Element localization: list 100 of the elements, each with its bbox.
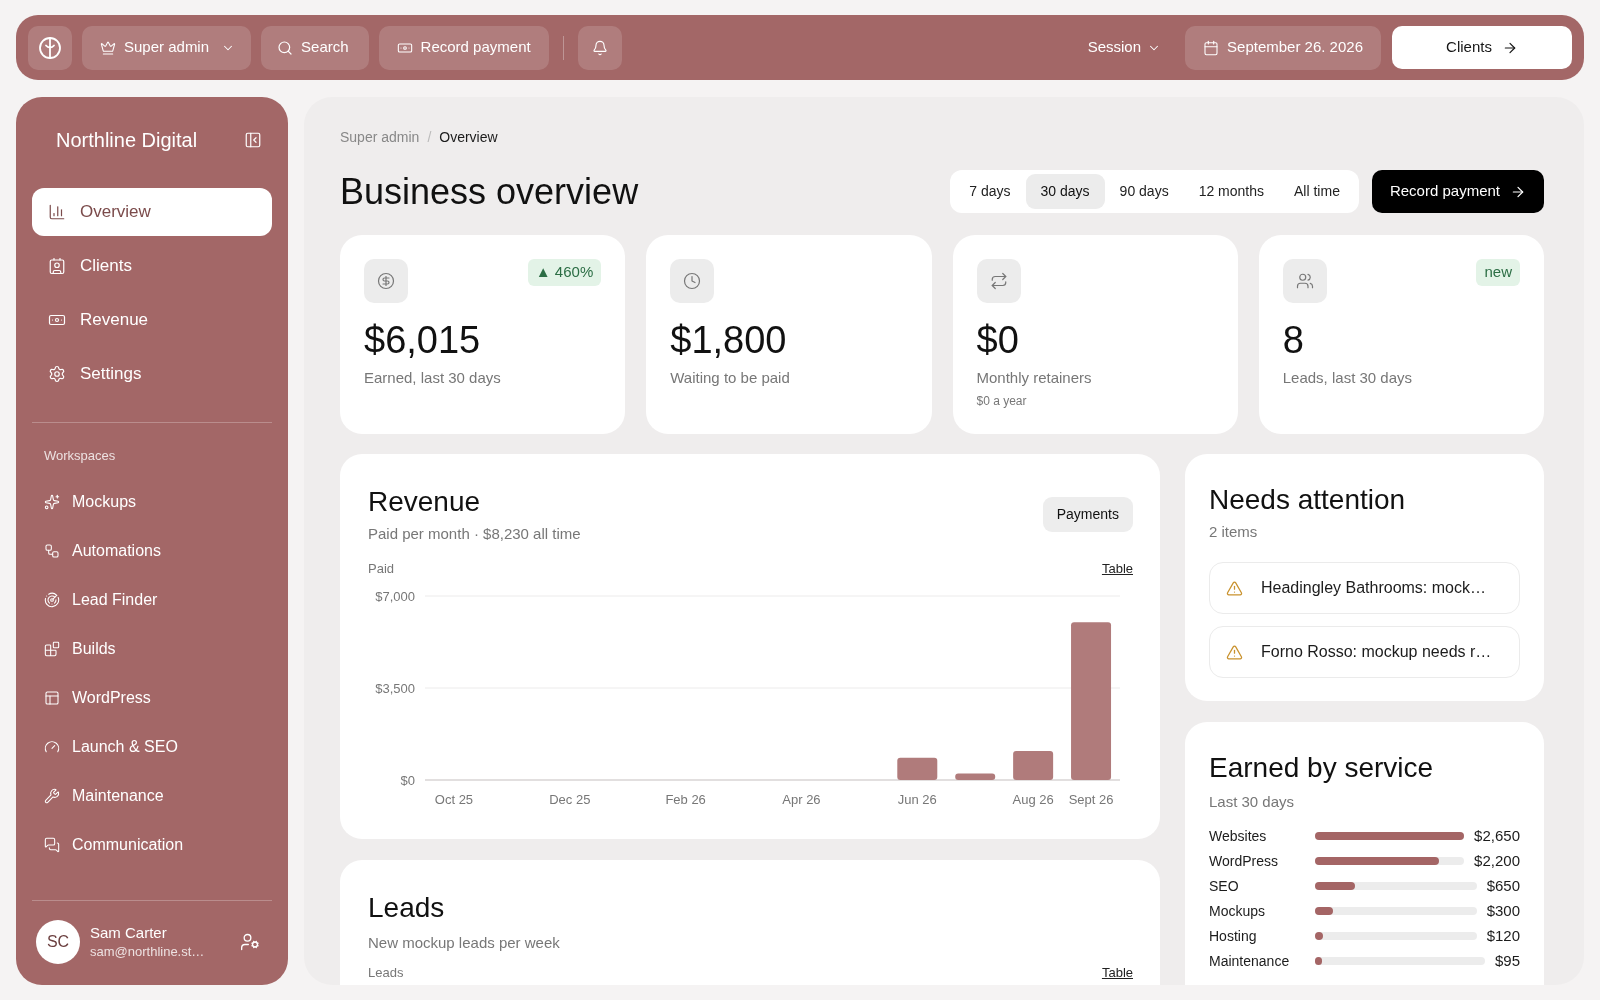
warning-icon (1226, 643, 1243, 661)
range-tab[interactable]: All time (1279, 174, 1355, 209)
sidebar-toggle-icon[interactable] (244, 131, 262, 149)
service-name: WordPress (1209, 851, 1279, 871)
stat-value: $1,800 (670, 318, 788, 363)
axis-tick-label: Aug 26 (1012, 792, 1054, 807)
table-link[interactable]: Table (1101, 965, 1133, 981)
sidebar-item[interactable]: Lead Finder (32, 578, 272, 622)
calendar-icon (1203, 39, 1220, 56)
service-name: Websites (1209, 826, 1268, 846)
stat-label: Earned, last 30 days (364, 368, 502, 388)
section-label: Workspaces (43, 448, 117, 464)
sidebar-item[interactable]: Mockups (32, 480, 272, 524)
card-subtitle: 2 items (1209, 522, 1259, 542)
stat-label: Monthly retainers (976, 368, 1093, 388)
clock-icon (670, 259, 715, 303)
date-picker-button[interactable]: September 26. 2026 (1185, 25, 1381, 70)
stat-note: $0 a year (976, 393, 1028, 409)
sidebar-item[interactable]: Overview (32, 188, 272, 236)
range-tab[interactable]: 30 days (1025, 174, 1105, 209)
attention-item[interactable]: Forno Rosso: mockup needs r… (1209, 626, 1520, 678)
table-link[interactable]: Table (1101, 559, 1133, 579)
contact-card-icon (48, 257, 66, 275)
user-name: Sam Carter (90, 923, 168, 943)
payments-button[interactable]: Payments (1042, 497, 1133, 532)
sidebar-item[interactable]: Communication (32, 823, 272, 867)
page-title: Business overview (340, 170, 639, 213)
card-subtitle: Paid per month · $8,230 all time (368, 524, 581, 544)
home-button[interactable] (28, 25, 72, 70)
notifications-button[interactable] (577, 25, 622, 70)
service-name: Maintenance (1209, 951, 1291, 971)
stat-value: 8 (1282, 318, 1305, 363)
service-name: Mockups (1209, 901, 1267, 921)
axis-title: Paid (368, 560, 395, 578)
sidebar-item[interactable]: Clients (32, 242, 272, 290)
axis-tick-label: $3,500 (375, 680, 415, 696)
service-amount: $2,650 (1474, 825, 1520, 846)
service-amount: $300 (1486, 900, 1520, 921)
user-email: sam@northline.st… (90, 943, 205, 961)
radar-icon (44, 592, 60, 608)
revenue-bar (1013, 751, 1054, 780)
stat-label: Waiting to be paid (670, 368, 791, 388)
axis-tick-label: Sept 26 (1068, 792, 1114, 807)
card-subtitle: New mockup leads per week (368, 933, 561, 953)
change-badge: new (1476, 259, 1520, 286)
sparkles-icon (44, 494, 60, 510)
axis-tick-label: $7,000 (375, 588, 415, 604)
service-amount: $95 (1494, 950, 1520, 971)
service-amount: $120 (1486, 925, 1520, 946)
axis-tick-label: Jun 26 (897, 792, 937, 807)
range-tab[interactable]: 7 days (954, 174, 1026, 209)
axis-tick-label: Apr 26 (782, 792, 821, 807)
record-payment-button[interactable]: Record payment (378, 25, 549, 70)
card-title: Earned by service (1209, 751, 1435, 785)
search-button[interactable]: Search (261, 25, 369, 70)
sidebar-item[interactable]: Automations (32, 529, 272, 573)
clients-button[interactable]: Clients (1392, 26, 1572, 69)
sidebar-item[interactable]: Revenue (32, 296, 272, 344)
repeat-arrows-icon (976, 259, 1021, 303)
workspace-title: Northline Digital (56, 128, 198, 153)
sidebar-item[interactable]: Maintenance (32, 774, 272, 818)
bell-icon (591, 39, 608, 56)
card-subtitle: Last 30 days (1209, 792, 1296, 812)
role-menu[interactable]: Super admin (82, 25, 252, 70)
bar-chart-icon (48, 203, 66, 221)
sidebar-item[interactable]: Builds (32, 627, 272, 671)
axis-tick-label: Dec 25 (549, 792, 591, 807)
record-payment-button[interactable]: Record payment (1371, 170, 1544, 213)
sidebar-item[interactable]: WordPress (32, 676, 272, 720)
user-avatar: SC (36, 920, 80, 964)
warning-icon (1226, 579, 1243, 597)
logo-icon (39, 36, 61, 59)
search-icon (277, 39, 294, 56)
change-badge: ▲ 460% (527, 259, 602, 286)
axis-tick-label: Oct 25 (434, 792, 474, 807)
breadcrumb-link[interactable]: Super admin (340, 127, 420, 147)
attention-item[interactable]: Headingley Bathrooms: mock… (1209, 562, 1520, 614)
service-amount: $650 (1486, 875, 1520, 896)
card-title: Revenue (368, 485, 482, 519)
card-title: Leads (368, 891, 446, 925)
sidebar-item[interactable]: Settings (32, 350, 272, 398)
crown-icon (100, 39, 116, 56)
chat-bubbles-icon (44, 837, 60, 853)
user-settings-icon[interactable] (240, 932, 260, 952)
stat-value: $0 (976, 318, 1020, 363)
breadcrumb-separator: / (427, 128, 432, 147)
breadcrumb-current: Overview (439, 128, 498, 147)
revenue-bar (897, 757, 938, 780)
wrench-icon (44, 788, 60, 804)
users-icon (1282, 259, 1327, 303)
service-amount: $2,200 (1474, 850, 1520, 871)
range-tab[interactable]: 12 months (1183, 174, 1280, 209)
session-menu[interactable]: Session (1079, 25, 1170, 70)
stat-label: Leads, last 30 days (1282, 368, 1413, 388)
range-tab[interactable]: 90 days (1104, 174, 1184, 209)
card-title: Needs attention (1209, 483, 1407, 517)
axis-tick-label: Feb 26 (665, 792, 706, 807)
blocks-icon (44, 641, 60, 657)
sidebar-item[interactable]: Launch & SEO (32, 725, 272, 769)
stat-value: $6,015 (364, 318, 482, 363)
